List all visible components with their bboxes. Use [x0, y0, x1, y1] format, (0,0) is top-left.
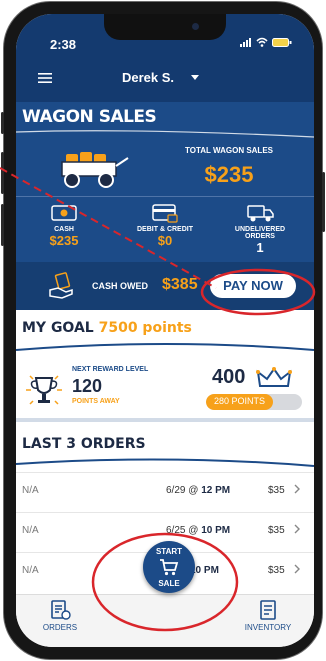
hand-money-icon [49, 272, 73, 299]
notch [104, 14, 226, 40]
order-datetime: 6/25 @ 10 PM [166, 525, 230, 536]
battery-icon [272, 37, 292, 47]
goal-panel: MY GOAL 7500 points NEXT REWARD LEVEL 12… [16, 310, 314, 422]
tab-orders-label: ORDERS [42, 623, 78, 632]
cash-icon [51, 205, 77, 221]
truck-icon [247, 205, 274, 222]
chevron-right-icon[interactable] [294, 484, 300, 494]
order-name: N/A [22, 485, 39, 496]
divider [16, 418, 314, 422]
current-points: 400 [212, 366, 246, 388]
debit-credit-stat: DEBIT & CREDIT $0 [125, 202, 205, 248]
order-at: @ [188, 525, 199, 536]
chevron-right-icon[interactable] [294, 524, 300, 534]
volume-down-button [1, 204, 4, 246]
tab-inventory[interactable]: INVENTORY [238, 599, 298, 632]
next-reward-value: 120 [72, 376, 103, 396]
pay-now-button[interactable]: PAY NOW [210, 274, 296, 298]
cash-value: $235 [49, 233, 79, 248]
order-datetime: 6/29 @ 12 PM [166, 485, 230, 496]
crown-icon [256, 367, 292, 387]
total-sales-value: $235 [204, 162, 254, 187]
tab-orders[interactable]: ORDERS [34, 599, 86, 632]
cash-stat: CASH $235 [24, 202, 104, 248]
cash-owed-row: CASH OWED $385 PAY NOW [16, 262, 314, 310]
status-icons [240, 37, 292, 47]
total-sales-label: TOTAL WAGON SALES [184, 146, 273, 155]
order-date: 6/29 [166, 485, 186, 496]
mute-switch [1, 112, 4, 134]
title-underline [16, 130, 314, 138]
last-orders-title: LAST 3 ORDERS [22, 436, 146, 452]
order-time: 10 PM [201, 525, 231, 536]
user-name[interactable]: Derek S. [122, 70, 174, 85]
cash-label: CASH [54, 226, 74, 233]
wifi-icon [256, 37, 268, 47]
debit-credit-value: $0 [157, 233, 173, 248]
hamburger-menu-icon[interactable] [38, 73, 52, 83]
signal-icon [240, 37, 251, 47]
wagon-sales-title: WAGON SALES [22, 107, 157, 127]
chevron-right-icon[interactable] [294, 564, 300, 574]
order-date: 6/25 [166, 525, 186, 536]
order-amount: $35 [268, 485, 285, 496]
goal-title-prefix: MY GOAL [22, 320, 94, 336]
cash-owed-label: CASH OWED [92, 281, 148, 291]
card-icon [152, 204, 178, 223]
camera-icon [192, 23, 199, 30]
start-sale-button[interactable]: START SALE [143, 541, 195, 593]
order-time: 12 PM [201, 485, 231, 496]
trophy-icon [26, 375, 62, 405]
order-name: N/A [22, 565, 39, 576]
order-amount: $35 [268, 525, 285, 536]
points-away-label: POINTS AWAY [72, 398, 120, 405]
order-name: N/A [22, 525, 39, 536]
undelivered-value: 1 [256, 240, 264, 255]
next-reward-label: NEXT REWARD LEVEL [72, 366, 149, 373]
chevron-down-icon[interactable] [191, 75, 199, 81]
undelivered-stat: UNDELIVERED ORDERS 1 [220, 202, 300, 255]
order-at: @ [188, 485, 199, 496]
goal-title: MY GOAL 7500 points [22, 320, 192, 336]
order-row[interactable]: N/A 6/29 @ 12 PM $35 [16, 472, 314, 509]
wagon-illustration [61, 152, 129, 188]
divider [16, 196, 314, 197]
progress-text: 280 POINTS [214, 396, 266, 406]
status-time: 2:38 [50, 37, 77, 52]
inventory-icon [260, 600, 276, 620]
app-screen: 2:38 Derek S. WAGON SALES TOTAL WAGON SA… [16, 14, 314, 647]
cash-owed-value: $385 [162, 276, 198, 293]
goal-title-points: 7500 points [98, 320, 192, 336]
volume-up-button [1, 152, 4, 194]
start-sale-line1: START [155, 547, 183, 556]
tab-inventory-label: INVENTORY [244, 623, 292, 632]
power-button [322, 172, 325, 232]
order-amount: $35 [268, 565, 285, 576]
goal-underline [16, 343, 314, 351]
start-sale-line2: SALE [158, 579, 180, 588]
debit-credit-label: DEBIT & CREDIT [137, 226, 193, 233]
points-progress-bar: 280 POINTS [206, 394, 302, 410]
orders-underline [16, 458, 314, 467]
cart-icon [160, 559, 179, 576]
phone-frame: 2:38 Derek S. WAGON SALES TOTAL WAGON SA… [1, 2, 325, 659]
wagon-sales-panel: WAGON SALES TOTAL WAGON SALES $235 CASH [16, 102, 314, 310]
bottom-tab-bar: ORDERS INVENTORY [16, 594, 314, 647]
undelivered-label: UNDELIVERED ORDERS [234, 226, 286, 240]
orders-icon [51, 600, 71, 620]
